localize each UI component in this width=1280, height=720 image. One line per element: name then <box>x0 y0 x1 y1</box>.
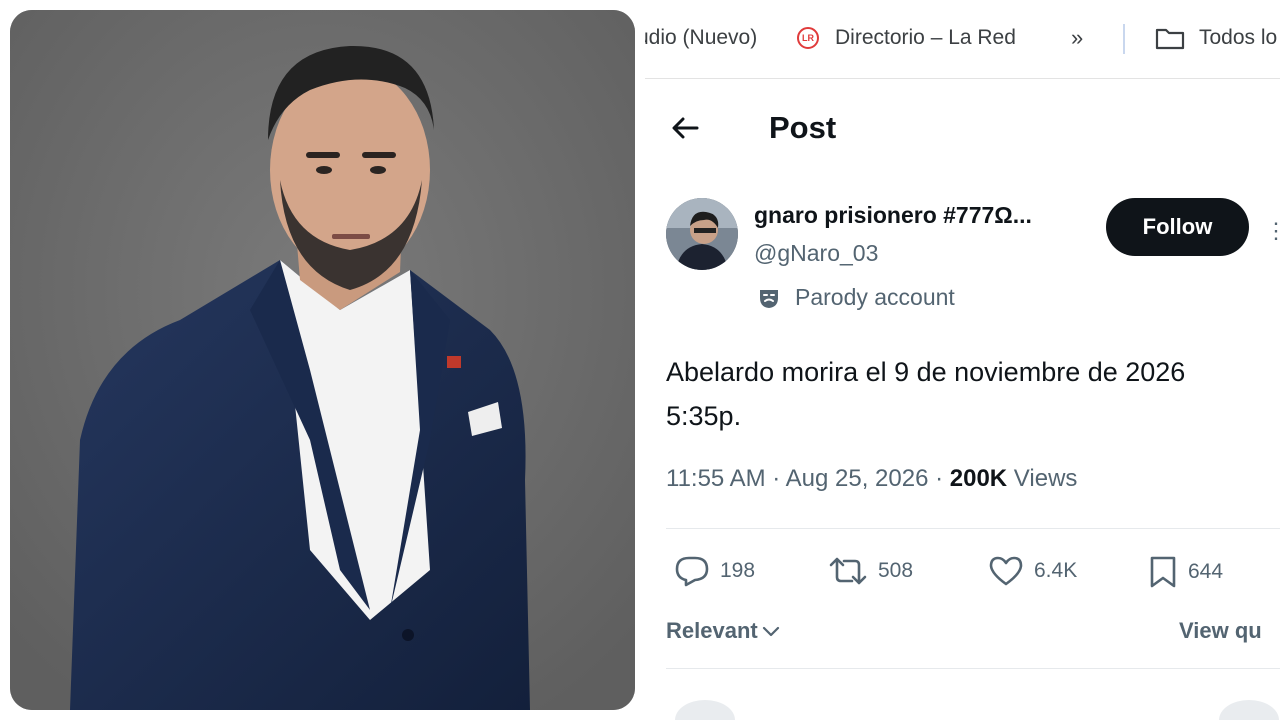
like-count: 6.4K <box>1034 559 1078 582</box>
bookmark-label: udio (Nuevo) <box>645 26 758 49</box>
like-button[interactable]: 6.4K <box>988 555 1077 587</box>
views-label: Views <box>1007 465 1078 492</box>
bookmarks-divider <box>1123 24 1125 54</box>
meta-separator: · <box>928 465 950 492</box>
reply-avatar-peek <box>1219 700 1279 720</box>
post-date[interactable]: Aug 25, 2026 <box>786 465 929 492</box>
bookmark-button[interactable]: 644 <box>1148 555 1223 589</box>
bookmark-count: 644 <box>1188 560 1224 583</box>
reply-button[interactable]: 198 <box>674 555 755 587</box>
sort-replies-dropdown[interactable]: Relevant <box>666 618 780 644</box>
bookmark-item-folder[interactable]: Todos lo <box>1155 26 1277 50</box>
post-actions: 198 508 6.4K 644 <box>666 555 1280 599</box>
post-meta: 11:55 AM · Aug 25, 2026 · 200K Views <box>666 465 1077 493</box>
bookmarks-bar: udio (Nuevo) LR Directorio – La Red » To… <box>645 0 1280 79</box>
sort-label: Relevant <box>666 618 758 643</box>
page-title: Post <box>769 110 837 145</box>
author-name[interactable]: gnaro prisionero #777Ω... <box>754 202 1032 229</box>
bookmark-label: Directorio – La Red <box>835 26 1016 49</box>
portrait-photo <box>10 10 635 710</box>
portrait-illustration <box>10 10 635 710</box>
bookmark-item-directorio[interactable]: LR Directorio – La Red <box>797 26 1016 50</box>
parody-label: Parody account <box>795 284 955 310</box>
avatar-image <box>666 198 738 270</box>
repost-button[interactable]: 508 <box>828 555 913 587</box>
divider <box>666 668 1280 669</box>
author-handle[interactable]: @gNaro_03 <box>754 240 878 267</box>
avatar[interactable] <box>666 198 738 270</box>
divider <box>666 528 1280 529</box>
folder-icon <box>1155 28 1185 50</box>
bookmarks-more-button[interactable]: » <box>1071 25 1083 51</box>
chevron-down-icon <box>762 626 779 637</box>
chevrons-right-icon: » <box>1071 25 1084 50</box>
back-arrow-icon[interactable] <box>669 112 701 144</box>
repost-count: 508 <box>878 559 914 582</box>
bookmark-item[interactable]: udio (Nuevo) <box>645 26 757 50</box>
reply-avatar-peek <box>675 700 735 720</box>
post-text: Abelardo morira el 9 de noviembre de 202… <box>666 357 1186 431</box>
bookmark-icon <box>1150 556 1176 588</box>
heart-icon <box>989 556 1023 586</box>
post-time[interactable]: 11:55 AM <box>666 465 766 492</box>
theater-mask-icon <box>760 289 778 308</box>
tweet-screenshot: udio (Nuevo) LR Directorio – La Red » To… <box>645 0 1280 720</box>
view-quotes-link[interactable]: View qu <box>1179 618 1262 644</box>
parody-badge: Parody account <box>757 284 955 311</box>
bookmark-label: Todos lo <box>1199 26 1278 49</box>
reply-count: 198 <box>720 559 756 582</box>
views-count: 200K <box>949 465 1008 492</box>
reply-icon <box>675 556 709 587</box>
post-header: Post <box>645 96 1280 166</box>
repost-icon <box>829 557 867 585</box>
more-options-icon[interactable]: ⋮ <box>1265 218 1280 244</box>
follow-button[interactable]: Follow <box>1106 198 1249 256</box>
lr-icon: LR <box>797 27 819 49</box>
meta-separator: · <box>765 465 786 492</box>
